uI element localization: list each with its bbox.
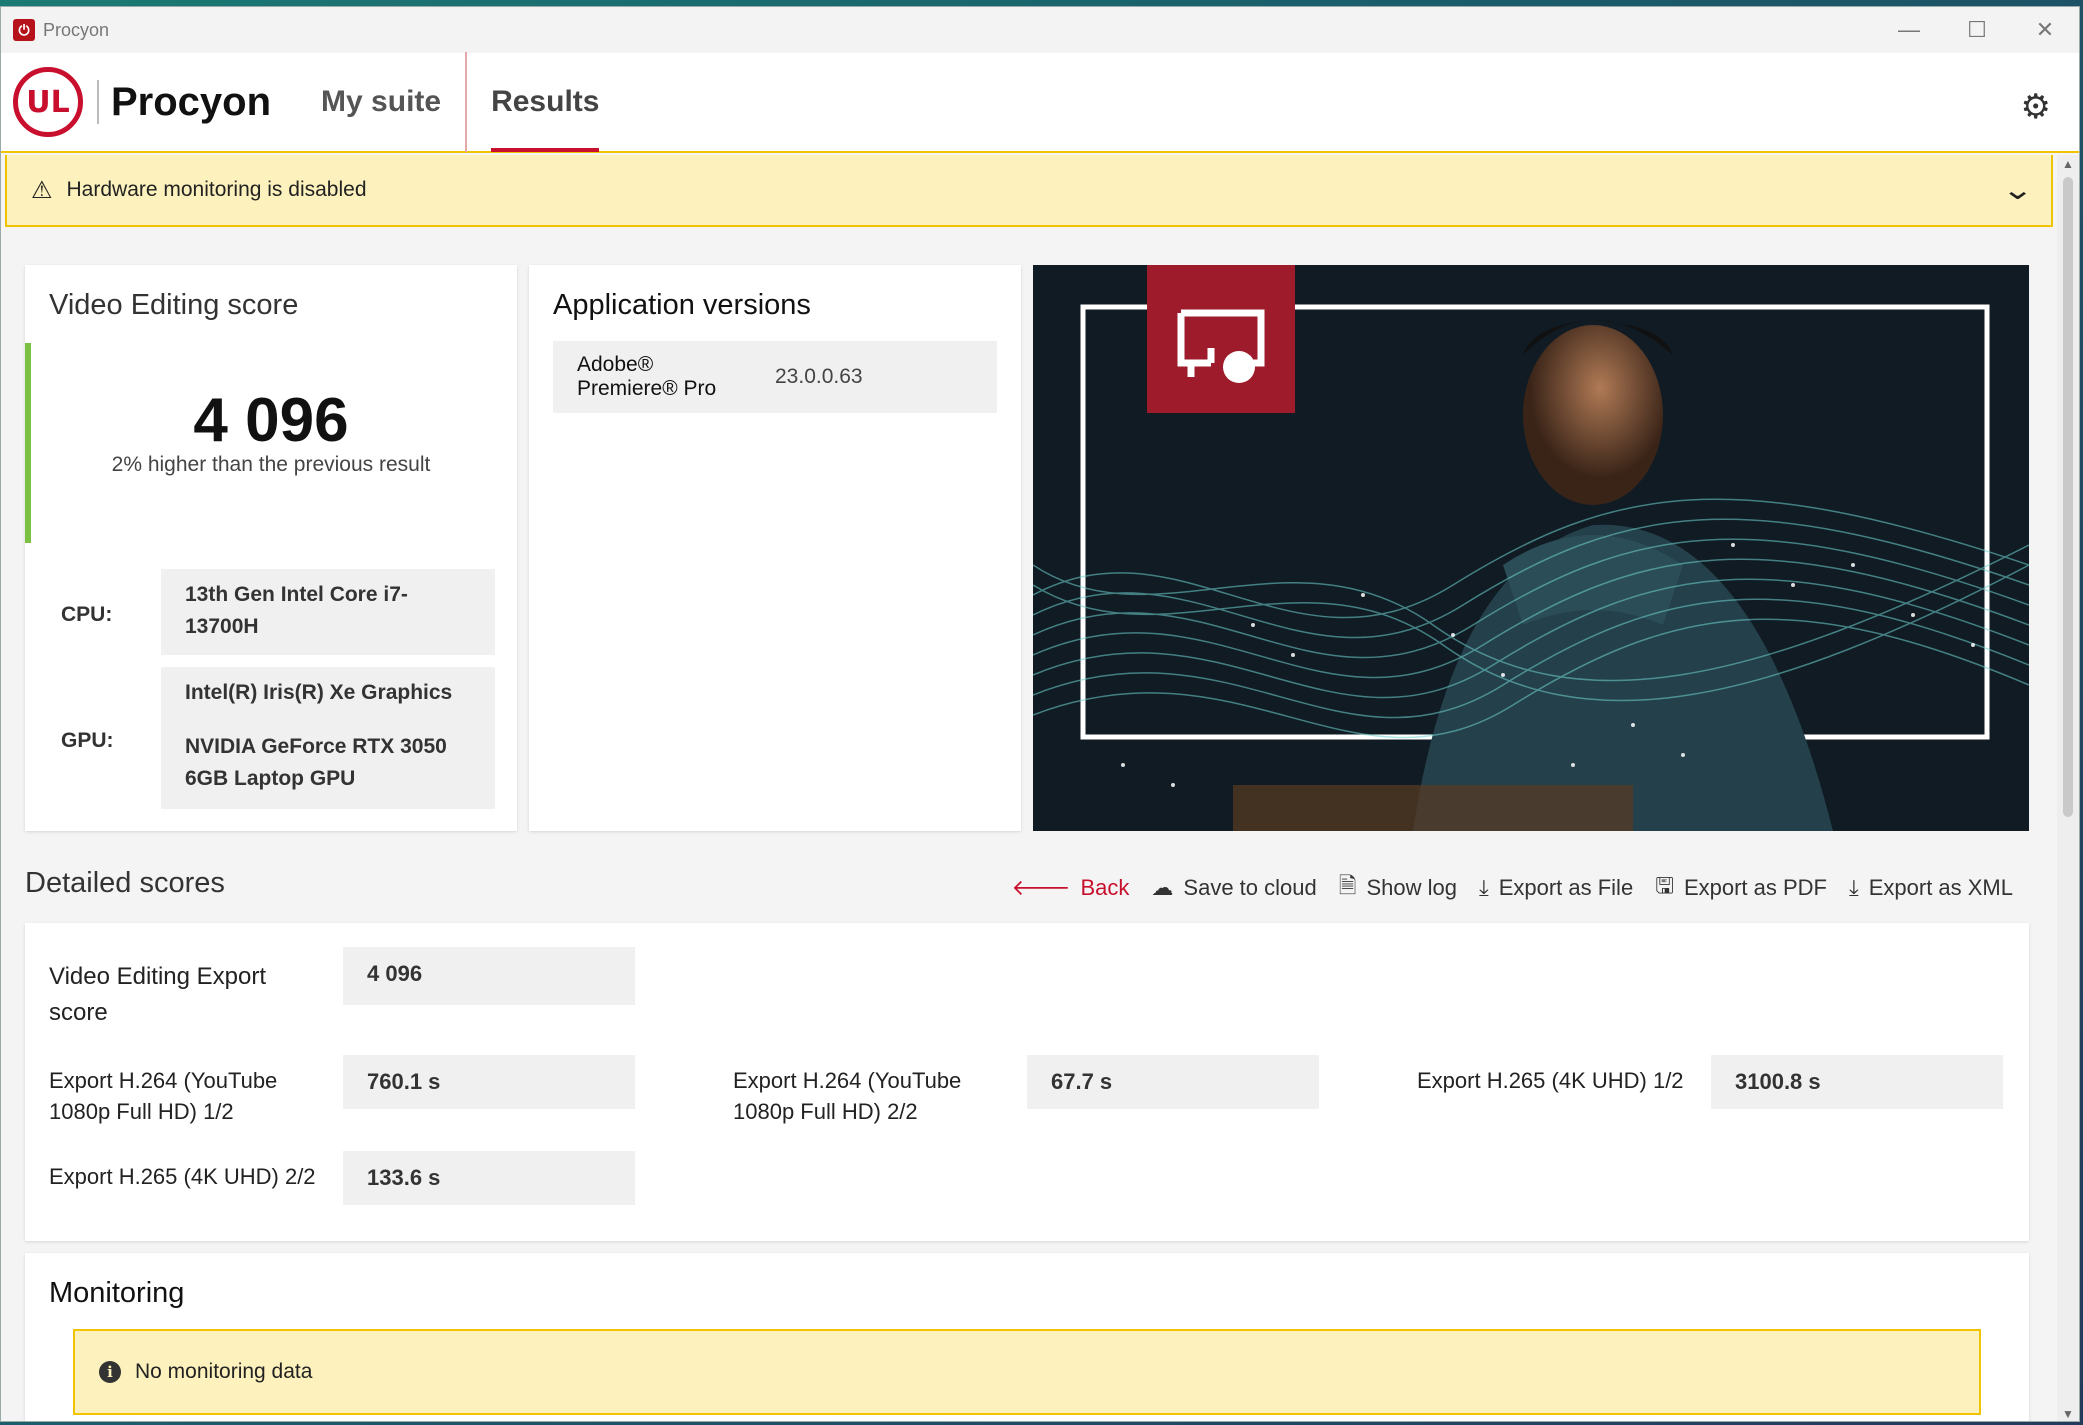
back-button[interactable]: 🡐 Back — [1012, 869, 1130, 907]
app-header: UL Procyon My suite Results ⚙ — [1, 52, 2079, 153]
gpu-value-box: Intel(R) Iris(R) Xe Graphics NVIDIA GeFo… — [161, 667, 495, 809]
gpu-value-1: Intel(R) Iris(R) Xe Graphics — [185, 681, 453, 704]
maximize-button[interactable]: ☐ — [1943, 7, 2011, 53]
logo-divider — [97, 80, 99, 124]
arrow-left-icon: 🡐 — [1011, 875, 1071, 900]
download-icon: ⤓ — [1848, 875, 1859, 900]
scroll-down-icon[interactable]: ▼ — [2062, 1407, 2074, 1421]
title-bar: ⏻ Procyon — ☐ ✕ — [1, 7, 2079, 53]
monitoring-card: Monitoring i No monitoring data — [25, 1253, 2029, 1421]
detailed-scores-title: Detailed scores — [25, 867, 225, 899]
overall-score: 4 096 — [193, 386, 349, 455]
video-editing-score-card: Video Editing score 4 096 2% higher than… — [25, 265, 517, 831]
score-label-h265-1: Export H.265 (4K UHD) 1/2 — [1417, 1068, 1684, 1093]
score-value-h264-2: 67.7 s — [1027, 1055, 1319, 1109]
tab-my-suite-label: My suite — [321, 85, 442, 118]
score-label-h265-2: Export H.265 (4K UHD) 2/2 — [49, 1164, 316, 1189]
app-icon: ⏻ — [13, 19, 35, 41]
hardware-monitoring-banner[interactable]: ⚠ Hardware monitoring is disabled ⌄ — [5, 155, 2053, 227]
chevron-down-icon[interactable]: ⌄ — [2001, 173, 2034, 206]
scrollbar-thumb[interactable] — [2063, 177, 2073, 817]
score-card-title: Video Editing score — [49, 289, 299, 321]
minimize-button[interactable]: — — [1875, 7, 1943, 53]
tab-results-label: Results — [491, 85, 600, 118]
download-icon: ⤓ — [1478, 875, 1489, 900]
export-xml-button[interactable]: ⤓ Export as XML — [1849, 869, 2013, 907]
warning-text: Hardware monitoring is disabled — [66, 178, 367, 201]
app-version: 23.0.0.63 — [775, 365, 863, 388]
vertical-scrollbar[interactable]: ▲ ▼ — [2057, 155, 2079, 1421]
cloud-upload-icon: ☁ — [1151, 875, 1174, 900]
export-file-button[interactable]: ⤓ Export as File — [1479, 869, 1633, 907]
info-icon: i — [99, 1361, 121, 1383]
brand-name: Procyon — [111, 79, 272, 124]
document-icon: 🗎 — [1338, 873, 1357, 898]
active-tab-indicator — [491, 148, 600, 152]
monitoring-title: Monitoring — [49, 1277, 185, 1309]
hero-illustration — [1033, 265, 2029, 831]
application-versions-card: Application versions Adobe® Premiere® Pr… — [529, 265, 1021, 831]
overall-export-value: 4 096 — [343, 947, 635, 1005]
score-label-h264-2: Export H.264 (YouTube 1080p Full HD) 2/2 — [733, 1068, 962, 1124]
app-window: ⏻ Procyon — ☐ ✕ UL Procyon My suite Resu… — [0, 6, 2080, 1422]
back-label: Back — [1080, 875, 1130, 900]
version-row: Adobe® Premiere® Pro 23.0.0.63 — [553, 341, 997, 413]
ul-logo: UL — [13, 67, 83, 137]
close-button[interactable]: ✕ — [2011, 7, 2079, 53]
gpu-label: GPU: — [61, 729, 114, 752]
versions-card-title: Application versions — [553, 289, 811, 321]
score-comparison: 2% higher than the previous result — [111, 453, 431, 476]
save-to-cloud-label: Save to cloud — [1183, 875, 1317, 900]
export-pdf-button[interactable]: 🖫 Export as PDF — [1655, 869, 1827, 907]
gpu-value-2: NVIDIA GeForce RTX 3050 6GB Laptop GPU — [185, 735, 447, 790]
export-pdf-label: Export as PDF — [1683, 875, 1827, 900]
show-log-label: Show log — [1366, 875, 1457, 900]
score-value-h265-1: 3100.8 s — [1711, 1055, 2003, 1109]
window-title: Procyon — [43, 19, 110, 40]
results-actions: 🡐 Back ☁ Save to cloud 🗎 Show log ⤓ Expo… — [1012, 869, 2014, 907]
app-name: Adobe® Premiere® Pro — [577, 353, 717, 400]
warning-icon: ⚠ — [31, 176, 53, 204]
score-label-h264-1: Export H.264 (YouTube 1080p Full HD) 1/2 — [49, 1068, 278, 1124]
score-value-h264-1: 760.1 s — [343, 1055, 635, 1109]
no-monitoring-text: No monitoring data — [135, 1360, 313, 1383]
export-xml-label: Export as XML — [1868, 875, 2013, 900]
save-to-cloud-button[interactable]: ☁ Save to cloud — [1151, 869, 1316, 907]
scroll-up-icon[interactable]: ▲ — [2062, 157, 2074, 171]
window-controls: — ☐ ✕ — [1875, 7, 2079, 53]
overall-export-label: Video Editing Export score — [49, 963, 267, 1026]
tab-my-suite[interactable]: My suite — [321, 52, 468, 152]
cpu-value: 13th Gen Intel Core i7-13700H — [161, 569, 495, 655]
detailed-scores-card: Video Editing Export score 4 096 Export … — [25, 923, 2029, 1241]
show-log-button[interactable]: 🗎 Show log — [1339, 869, 1457, 907]
settings-gear-icon[interactable]: ⚙ — [2021, 87, 2051, 127]
cpu-label: CPU: — [61, 603, 113, 626]
export-file-label: Export as File — [1498, 875, 1634, 900]
tab-results[interactable]: Results — [491, 52, 600, 152]
save-disk-icon: 🖫 — [1655, 873, 1674, 898]
no-monitoring-banner: i No monitoring data — [73, 1329, 1981, 1415]
score-value-h265-2: 133.6 s — [343, 1151, 635, 1205]
benchmark-hero-image — [1033, 265, 2029, 831]
